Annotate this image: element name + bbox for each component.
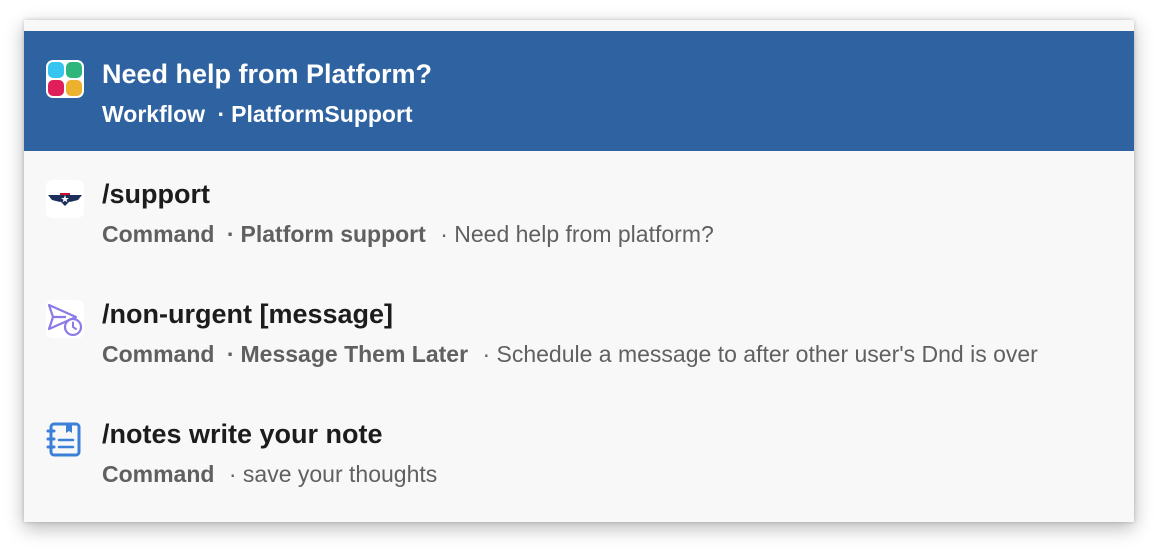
suggestion-title: /notes write your note xyxy=(102,419,383,449)
suggestion-type: Command xyxy=(102,221,215,247)
suggestion-title: /non-urgent [message] xyxy=(102,299,394,329)
suggestion-description-prefix: · xyxy=(440,221,448,247)
suggestion-separator: · xyxy=(226,341,235,367)
suggestion-description: Need help from platform? xyxy=(454,221,714,247)
suggestion-description-prefix: · xyxy=(228,461,237,487)
suggestion-subtitle: Command · save your thoughts xyxy=(102,460,437,488)
suggestion-description: save your thoughts xyxy=(242,461,438,487)
suggestion-type: Command xyxy=(102,341,215,367)
suggestion-app: Platform support xyxy=(240,221,426,247)
suggestion-separator: · xyxy=(217,101,226,127)
suggestion-description: Schedule a message to after other user's… xyxy=(496,341,1038,367)
suggestion-subtitle: Workflow · PlatformSupport xyxy=(102,100,413,128)
suggestion-type: Workflow xyxy=(102,101,206,127)
autocomplete-popup: Need help from Platform? Workflow · Platf… xyxy=(24,20,1134,522)
suggestion-description-prefix: · xyxy=(482,341,491,367)
slack-workflow-icon xyxy=(46,60,84,98)
notebook-icon xyxy=(46,420,84,458)
send-later-clock-icon xyxy=(46,300,84,338)
suggestion-app: Message Them Later xyxy=(240,341,469,367)
platform-support-logo-icon xyxy=(46,180,84,218)
suggestion-item-support[interactable]: /support Command · Platform support · Nee… xyxy=(24,151,1134,271)
suggestion-item-workflow[interactable]: Need help from Platform? Workflow · Platf… xyxy=(24,31,1134,151)
suggestion-item-non-urgent[interactable]: /non-urgent [message] Command · Message T… xyxy=(24,271,1134,391)
suggestion-subtitle: Command · Message Them Later · Schedule a… xyxy=(102,340,1038,368)
suggestion-title: Need help from Platform? xyxy=(102,59,433,89)
suggestion-separator: · xyxy=(226,221,235,247)
suggestion-subtitle: Command · Platform support · Need help fr… xyxy=(102,220,714,248)
suggestion-app: PlatformSupport xyxy=(231,101,413,127)
suggestion-type: Command xyxy=(102,461,215,487)
suggestion-title: /support xyxy=(102,179,210,209)
suggestion-item-notes[interactable]: /notes write your note Command · save yo… xyxy=(24,391,1134,511)
